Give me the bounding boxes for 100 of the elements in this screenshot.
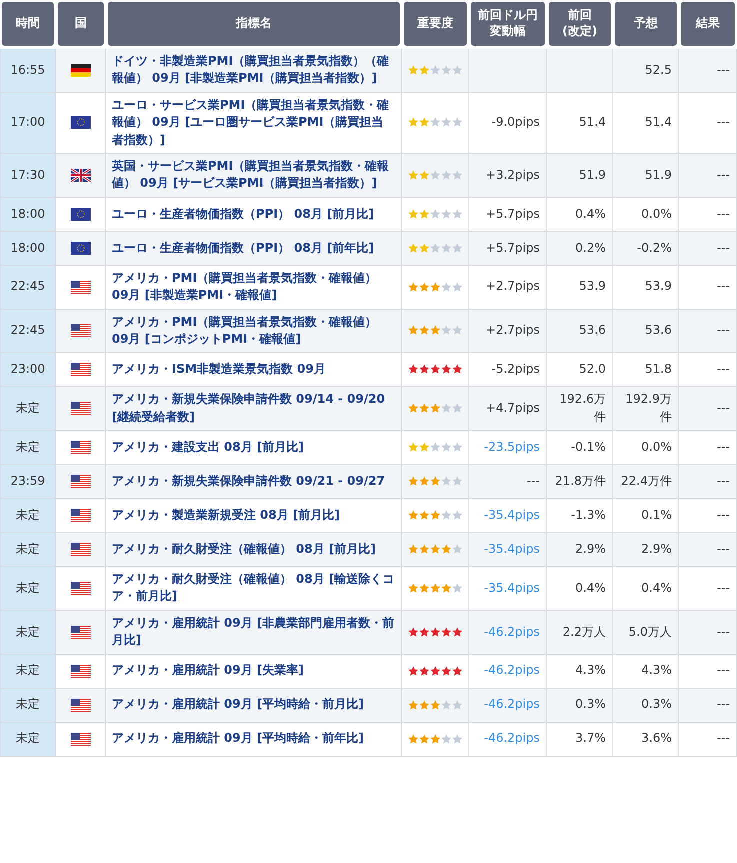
star-icon [430, 442, 440, 454]
star-icon [440, 170, 452, 181]
star-icon [408, 700, 418, 711]
star-icon [408, 476, 418, 488]
star-icon [452, 734, 462, 745]
flag-icon [70, 402, 90, 416]
time-cell: 未定 [0, 722, 56, 757]
flag-icon [70, 732, 90, 746]
star-icon [430, 476, 440, 488]
star-icon [408, 170, 418, 181]
indicator-link[interactable]: アメリカ・雇用統計 09月 [平均時給・前年比] [106, 722, 402, 757]
star-icon [452, 64, 462, 76]
star-icon [408, 626, 418, 638]
star-icon [452, 442, 462, 454]
star-icon [430, 544, 440, 556]
star-icon [408, 117, 418, 128]
time-cell: 未定 [0, 610, 56, 655]
flag-icon [70, 324, 90, 338]
flag-icon [70, 363, 90, 376]
star-icon [408, 325, 418, 336]
time-cell: 未定 [0, 499, 56, 534]
star-icon [440, 282, 452, 293]
star-icon [440, 510, 452, 522]
star-icon [430, 325, 440, 336]
star-icon [418, 510, 430, 522]
star-icon [430, 403, 440, 414]
flag-icon [70, 280, 90, 294]
star-icon [408, 364, 418, 376]
star-icon [408, 403, 418, 414]
star-icon [418, 442, 430, 454]
star-icon [430, 364, 440, 376]
flag-icon [70, 698, 90, 712]
star-icon [452, 325, 462, 336]
star-icon [430, 64, 440, 76]
time-cell: 22:45 [0, 266, 56, 310]
flag-icon [70, 509, 90, 522]
star-icon [452, 282, 462, 293]
star-icon [418, 64, 430, 76]
time-cell: 16:55 [0, 49, 56, 93]
star-icon [452, 666, 462, 677]
flag-icon [70, 626, 90, 639]
star-icon [430, 582, 440, 594]
star-icon [408, 582, 418, 594]
star-icon [418, 700, 430, 711]
flag-icon [70, 64, 90, 77]
time-cell: 23:00 [0, 353, 56, 388]
time-cell: 17:00 [0, 92, 56, 154]
star-icon [452, 582, 462, 594]
star-icon [440, 666, 452, 677]
star-icon [440, 64, 452, 76]
star-icon [452, 170, 462, 181]
star-icon [452, 626, 462, 638]
star-icon [430, 626, 440, 638]
star-icon [440, 476, 452, 488]
star-icon [430, 734, 440, 745]
flag-icon [70, 543, 90, 556]
star-icon [418, 582, 430, 594]
star-icon [418, 364, 430, 376]
star-icon [440, 242, 452, 254]
star-icon [408, 734, 418, 745]
star-icon [408, 666, 418, 677]
star-icon [430, 282, 440, 293]
time-cell: 23:59 [0, 465, 56, 500]
star-icon [440, 700, 452, 711]
star-icon [440, 325, 452, 336]
time-cell: 18:00 [0, 198, 56, 232]
time-cell: 未定 [0, 567, 56, 611]
star-icon [408, 208, 418, 220]
flag-icon [70, 208, 90, 221]
column-header: 前回 (改定) [549, 2, 611, 46]
star-icon [418, 734, 430, 745]
star-icon [408, 242, 418, 254]
star-icon [440, 208, 452, 220]
star-icon [452, 403, 462, 414]
flag-icon [70, 441, 90, 454]
star-icon [408, 64, 418, 76]
forecast-value: 3.6% [613, 722, 679, 757]
star-icon [452, 700, 462, 711]
star-icon [440, 582, 452, 594]
result-value: --- [679, 722, 737, 757]
star-icon [440, 544, 452, 556]
column-header: 結果 [681, 2, 735, 46]
time-cell: 17:30 [0, 154, 56, 198]
column-header: 重要度 [404, 2, 467, 46]
flag-icon [70, 582, 90, 595]
column-header: 時間 [2, 2, 54, 46]
star-icon [408, 442, 418, 454]
flag-icon [70, 116, 90, 130]
pips-change[interactable]: -46.2pips [469, 722, 547, 757]
star-icon [418, 544, 430, 556]
star-icon [408, 510, 418, 522]
star-icon [440, 442, 452, 454]
star-icon [430, 510, 440, 522]
star-icon [408, 544, 418, 556]
column-header: 指標名 [108, 2, 400, 46]
column-header: 予想 [615, 2, 677, 46]
star-icon [440, 364, 452, 376]
star-icon [418, 242, 430, 254]
flag-icon [70, 475, 90, 488]
star-icon [440, 734, 452, 745]
